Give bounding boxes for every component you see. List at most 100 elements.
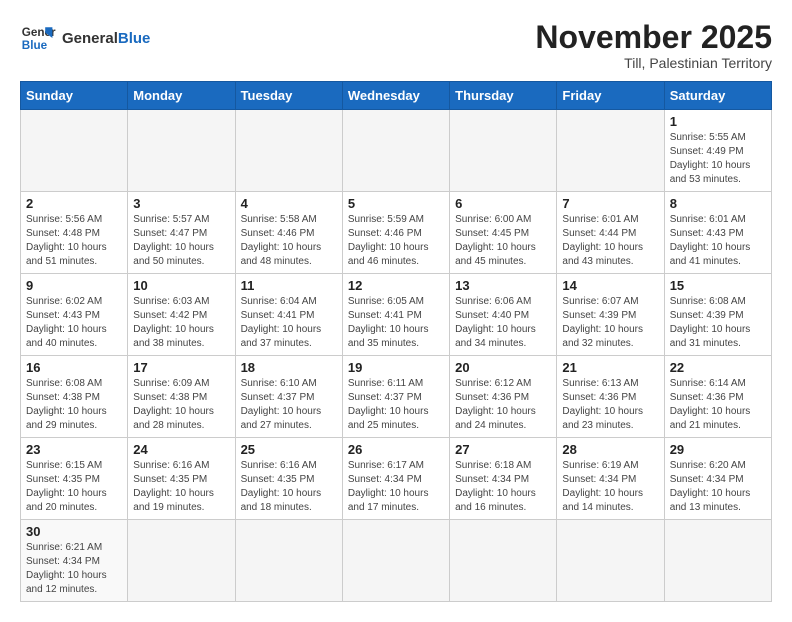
header-saturday: Saturday	[664, 82, 771, 110]
day-number: 18	[241, 360, 337, 375]
day-info: Sunrise: 6:07 AM Sunset: 4:39 PM Dayligh…	[562, 295, 658, 351]
day-info: Sunrise: 6:01 AM Sunset: 4:44 PM Dayligh…	[562, 213, 658, 269]
calendar-cell: 26Sunrise: 6:17 AM Sunset: 4:34 PM Dayli…	[342, 438, 449, 520]
day-number: 21	[562, 360, 658, 375]
day-number: 17	[133, 360, 229, 375]
day-info: Sunrise: 6:09 AM Sunset: 4:38 PM Dayligh…	[133, 377, 229, 433]
day-info: Sunrise: 6:00 AM Sunset: 4:45 PM Dayligh…	[455, 213, 551, 269]
day-info: Sunrise: 5:59 AM Sunset: 4:46 PM Dayligh…	[348, 213, 444, 269]
calendar-cell: 18 Sunrise: 6:10 AM Sunset: 4:37 PM Dayli…	[235, 356, 342, 438]
calendar-cell: 17 Sunrise: 6:09 AM Sunset: 4:38 PM Dayli…	[128, 356, 235, 438]
calendar-week-2: 2 Sunrise: 5:56 AM Sunset: 4:48 PM Daylig…	[21, 192, 772, 274]
header-tuesday: Tuesday	[235, 82, 342, 110]
header-monday: Monday	[128, 82, 235, 110]
calendar-cell: 23 Sunrise: 6:15 AM Sunset: 4:35 PM Dayli…	[21, 438, 128, 520]
day-info: Sunrise: 6:05 AM Sunset: 4:41 PM Dayligh…	[348, 295, 444, 351]
calendar-cell: 30 Sunrise: 6:21 AM Sunset: 4:34 PM Dayli…	[21, 520, 128, 602]
day-info: Sunrise: 6:12 AM Sunset: 4:36 PM Dayligh…	[455, 377, 551, 433]
logo: General Blue GeneralBlue	[20, 20, 150, 56]
calendar-cell: 16Sunrise: 6:08 AM Sunset: 4:38 PM Dayli…	[21, 356, 128, 438]
day-number: 2	[26, 196, 122, 211]
calendar-cell: 20Sunrise: 6:12 AM Sunset: 4:36 PM Dayli…	[450, 356, 557, 438]
calendar-cell: 15 Sunrise: 6:08 AM Sunset: 4:39 PM Dayli…	[664, 274, 771, 356]
day-info: Sunrise: 6:11 AM Sunset: 4:37 PM Dayligh…	[348, 377, 444, 433]
day-info: Sunrise: 6:20 AM Sunset: 4:34 PM Dayligh…	[670, 459, 766, 515]
calendar-cell	[128, 110, 235, 192]
calendar-cell: 27 Sunrise: 6:18 AM Sunset: 4:34 PM Dayli…	[450, 438, 557, 520]
title-block: November 2025 Till, Palestinian Territor…	[535, 20, 772, 71]
day-number: 14	[562, 278, 658, 293]
calendar-cell	[235, 520, 342, 602]
calendar-cell: 19 Sunrise: 6:11 AM Sunset: 4:37 PM Dayli…	[342, 356, 449, 438]
calendar-cell	[128, 520, 235, 602]
day-info: Sunrise: 6:06 AM Sunset: 4:40 PM Dayligh…	[455, 295, 551, 351]
day-number: 30	[26, 524, 122, 539]
day-number: 4	[241, 196, 337, 211]
day-number: 8	[670, 196, 766, 211]
header-wednesday: Wednesday	[342, 82, 449, 110]
calendar-cell	[235, 110, 342, 192]
calendar-cell	[450, 110, 557, 192]
day-number: 25	[241, 442, 337, 457]
day-info: Sunrise: 5:58 AM Sunset: 4:46 PM Dayligh…	[241, 213, 337, 269]
day-info: Sunrise: 6:04 AM Sunset: 4:41 PM Dayligh…	[241, 295, 337, 351]
calendar-header-row: Sunday Monday Tuesday Wednesday Thursday…	[21, 82, 772, 110]
calendar-cell: 21 Sunrise: 6:13 AM Sunset: 4:36 PM Dayli…	[557, 356, 664, 438]
calendar-cell	[664, 520, 771, 602]
calendar-cell: 2 Sunrise: 5:56 AM Sunset: 4:48 PM Daylig…	[21, 192, 128, 274]
calendar-cell: 28Sunrise: 6:19 AM Sunset: 4:34 PM Dayli…	[557, 438, 664, 520]
day-info: Sunrise: 6:18 AM Sunset: 4:34 PM Dayligh…	[455, 459, 551, 515]
calendar-cell: 29Sunrise: 6:20 AM Sunset: 4:34 PM Dayli…	[664, 438, 771, 520]
day-number: 15	[670, 278, 766, 293]
day-number: 1	[670, 114, 766, 129]
calendar-cell: 22 Sunrise: 6:14 AM Sunset: 4:36 PM Dayli…	[664, 356, 771, 438]
day-number: 24	[133, 442, 229, 457]
page-header: General Blue GeneralBlue November 2025 T…	[20, 20, 772, 71]
day-info: Sunrise: 6:01 AM Sunset: 4:43 PM Dayligh…	[670, 213, 766, 269]
calendar-cell: 3Sunrise: 5:57 AM Sunset: 4:47 PM Daylig…	[128, 192, 235, 274]
day-number: 23	[26, 442, 122, 457]
calendar-cell	[342, 110, 449, 192]
header-friday: Friday	[557, 82, 664, 110]
day-info: Sunrise: 6:14 AM Sunset: 4:36 PM Dayligh…	[670, 377, 766, 433]
day-number: 19	[348, 360, 444, 375]
day-number: 22	[670, 360, 766, 375]
day-number: 11	[241, 278, 337, 293]
day-info: Sunrise: 6:02 AM Sunset: 4:43 PM Dayligh…	[26, 295, 122, 351]
calendar-cell: 4 Sunrise: 5:58 AM Sunset: 4:46 PM Daylig…	[235, 192, 342, 274]
calendar-cell: 10Sunrise: 6:03 AM Sunset: 4:42 PM Dayli…	[128, 274, 235, 356]
calendar-cell: 9 Sunrise: 6:02 AM Sunset: 4:43 PM Daylig…	[21, 274, 128, 356]
day-number: 28	[562, 442, 658, 457]
calendar-cell	[557, 520, 664, 602]
day-info: Sunrise: 6:10 AM Sunset: 4:37 PM Dayligh…	[241, 377, 337, 433]
calendar-cell: 5Sunrise: 5:59 AM Sunset: 4:46 PM Daylig…	[342, 192, 449, 274]
day-number: 7	[562, 196, 658, 211]
day-info: Sunrise: 6:16 AM Sunset: 4:35 PM Dayligh…	[133, 459, 229, 515]
calendar-week-1: 1Sunrise: 5:55 AM Sunset: 4:49 PM Daylig…	[21, 110, 772, 192]
calendar-cell: 14 Sunrise: 6:07 AM Sunset: 4:39 PM Dayli…	[557, 274, 664, 356]
location: Till, Palestinian Territory	[535, 55, 772, 71]
logo-text: GeneralBlue	[62, 30, 150, 47]
calendar-cell: 12 Sunrise: 6:05 AM Sunset: 4:41 PM Dayli…	[342, 274, 449, 356]
calendar-week-6: 30 Sunrise: 6:21 AM Sunset: 4:34 PM Dayli…	[21, 520, 772, 602]
day-info: Sunrise: 6:13 AM Sunset: 4:36 PM Dayligh…	[562, 377, 658, 433]
day-number: 27	[455, 442, 551, 457]
calendar-cell: 6 Sunrise: 6:00 AM Sunset: 4:45 PM Daylig…	[450, 192, 557, 274]
calendar-cell: 25Sunrise: 6:16 AM Sunset: 4:35 PM Dayli…	[235, 438, 342, 520]
day-info: Sunrise: 5:57 AM Sunset: 4:47 PM Dayligh…	[133, 213, 229, 269]
day-number: 9	[26, 278, 122, 293]
day-number: 6	[455, 196, 551, 211]
calendar-cell: 13 Sunrise: 6:06 AM Sunset: 4:40 PM Dayli…	[450, 274, 557, 356]
day-number: 13	[455, 278, 551, 293]
day-number: 12	[348, 278, 444, 293]
day-info: Sunrise: 6:08 AM Sunset: 4:38 PM Dayligh…	[26, 377, 122, 433]
calendar-week-5: 23 Sunrise: 6:15 AM Sunset: 4:35 PM Dayli…	[21, 438, 772, 520]
day-info: Sunrise: 6:21 AM Sunset: 4:34 PM Dayligh…	[26, 541, 122, 597]
day-info: Sunrise: 6:08 AM Sunset: 4:39 PM Dayligh…	[670, 295, 766, 351]
day-info: Sunrise: 6:15 AM Sunset: 4:35 PM Dayligh…	[26, 459, 122, 515]
day-info: Sunrise: 5:56 AM Sunset: 4:48 PM Dayligh…	[26, 213, 122, 269]
calendar-cell: 7 Sunrise: 6:01 AM Sunset: 4:44 PM Daylig…	[557, 192, 664, 274]
day-info: Sunrise: 6:03 AM Sunset: 4:42 PM Dayligh…	[133, 295, 229, 351]
calendar-cell	[342, 520, 449, 602]
day-number: 26	[348, 442, 444, 457]
